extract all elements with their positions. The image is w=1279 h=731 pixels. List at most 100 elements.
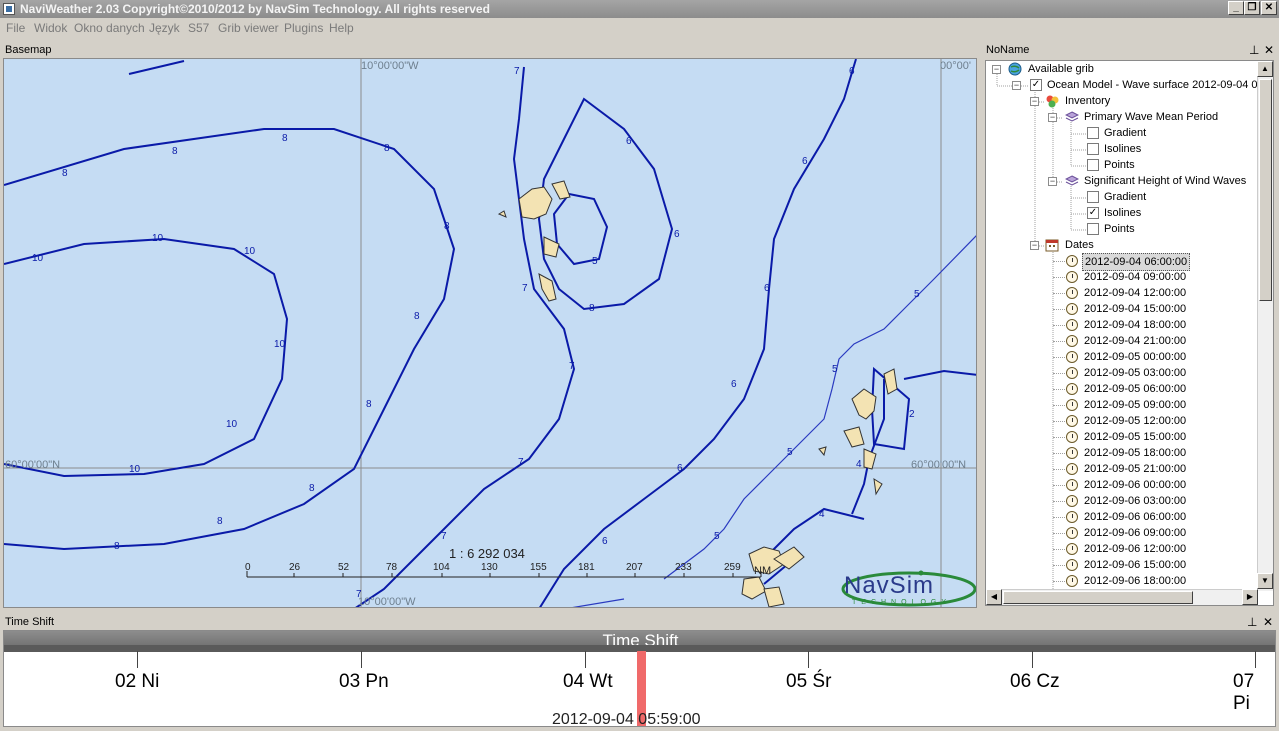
date-item[interactable]: 2012-09-04 18:00:00	[1082, 317, 1188, 333]
restore-button[interactable]: ❐	[1244, 1, 1260, 15]
scroll-up-button[interactable]: ▲	[1257, 61, 1273, 77]
expand-toggle[interactable]: −	[1012, 81, 1021, 90]
tree-connector	[1053, 453, 1065, 454]
tree-node-points[interactable]: Points	[1102, 157, 1137, 173]
menu-okno-danych[interactable]: Okno danych	[74, 21, 145, 35]
scroll-left-button[interactable]: ◀	[986, 589, 1002, 605]
date-item[interactable]: 2012-09-05 00:00:00	[1082, 349, 1188, 365]
tree-connector	[1053, 533, 1065, 534]
clock-icon	[1066, 415, 1078, 427]
horizontal-scroll-thumb[interactable]	[1003, 591, 1193, 604]
svg-text:6: 6	[602, 536, 608, 547]
map-view[interactable]: 7 6 8 8 8 8 6 10 10 10 10 8 6 5 6 6 7 8 …	[3, 58, 977, 608]
map-scale-ratio: 1 : 6 292 034	[449, 546, 525, 561]
date-item-label: 2012-09-04 09:00:00	[1084, 271, 1187, 283]
tree-node-inventory[interactable]: Inventory	[1063, 93, 1112, 109]
svg-text:2: 2	[909, 409, 915, 420]
tree-node-isolines[interactable]: Isolines	[1102, 141, 1143, 157]
date-item-label: 2012-09-05 09:00:00	[1084, 399, 1187, 411]
navsim-logo-sub: TECHNOLOGY	[852, 599, 952, 606]
date-item[interactable]: 2012-09-06 06:00:00	[1082, 509, 1188, 525]
date-item[interactable]: 2012-09-05 09:00:00	[1082, 397, 1188, 413]
date-item[interactable]: 2012-09-06 09:00:00	[1082, 525, 1188, 541]
menu-jezyk[interactable]: Język	[149, 21, 180, 35]
menu-help[interactable]: Help	[329, 21, 354, 35]
navsim-logo: NavSim	[844, 572, 935, 599]
day-tick	[585, 651, 586, 668]
clock-icon	[1066, 463, 1078, 475]
date-item-label: 2012-09-06 06:00:00	[1084, 511, 1187, 523]
date-item-label: 2012-09-06 03:00:00	[1084, 495, 1187, 507]
gradient-checkbox[interactable]	[1087, 191, 1099, 203]
day-tick	[137, 651, 138, 668]
scale-tick-label: 259	[724, 562, 741, 573]
tree-node-points[interactable]: Points	[1102, 221, 1137, 237]
tree-node-dates[interactable]: Dates	[1063, 237, 1096, 253]
date-item[interactable]: 2012-09-04 12:00:00	[1082, 285, 1188, 301]
tree-node-significant-height-wind-waves[interactable]: Significant Height of Wind Waves	[1082, 173, 1248, 189]
date-item[interactable]: 2012-09-04 15:00:00	[1082, 301, 1188, 317]
scroll-down-button[interactable]: ▼	[1257, 573, 1273, 589]
vertical-scroll-thumb[interactable]	[1259, 79, 1272, 301]
pin-icon[interactable]: ⊥	[1247, 613, 1257, 631]
menu-plugins[interactable]: Plugins	[284, 21, 323, 35]
svg-text:10: 10	[152, 233, 164, 244]
menu-grib-viewer[interactable]: Grib viewer	[218, 21, 279, 35]
timeline[interactable]: Time Shift 02 Ni 03 Pn 04 Wt 05 Śr 06 Cz 07 P…	[3, 630, 1276, 727]
date-item[interactable]: 2012-09-06 18:00:00	[1082, 573, 1188, 589]
map-canvas: 7 6 8 8 8 8 6 10 10 10 10 8 6 5 6 6 7 8 …	[4, 59, 976, 607]
scale-tick-label: 104	[433, 562, 450, 573]
clock-icon	[1066, 399, 1078, 411]
date-item[interactable]: 2012-09-06 12:00:00	[1082, 541, 1188, 557]
tree-node-gradient[interactable]: Gradient	[1102, 189, 1148, 205]
date-item[interactable]: 2012-09-04 09:00:00	[1082, 269, 1188, 285]
menu-s57[interactable]: S57	[188, 21, 209, 35]
tree-node-gradient[interactable]: Gradient	[1102, 125, 1148, 141]
tree-node-ocean-model[interactable]: Ocean Model - Wave surface 2012-09-04 0	[1045, 77, 1260, 93]
points-checkbox[interactable]	[1087, 159, 1099, 171]
close-panel-icon[interactable]: ✕	[1263, 613, 1273, 631]
date-item[interactable]: 2012-09-05 03:00:00	[1082, 365, 1188, 381]
expand-toggle[interactable]: −	[1030, 97, 1039, 106]
tree-node-isolines[interactable]: Isolines	[1102, 205, 1143, 221]
date-item[interactable]: 2012-09-05 15:00:00	[1082, 429, 1188, 445]
close-window-button[interactable]: ✕	[1261, 1, 1277, 15]
date-item[interactable]: 2012-09-05 18:00:00	[1082, 445, 1188, 461]
tree-node-primary-wave-mean-period[interactable]: Primary Wave Mean Period	[1082, 109, 1220, 125]
menu-file[interactable]: File	[6, 21, 25, 35]
date-item[interactable]: 2012-09-06 03:00:00	[1082, 493, 1188, 509]
vertical-scrollbar[interactable]: ▲ ▼	[1257, 61, 1273, 591]
scale-tick-label: 52	[338, 562, 350, 573]
model-checkbox[interactable]: ✓	[1030, 79, 1042, 91]
date-item[interactable]: 2012-09-04 21:00:00	[1082, 333, 1188, 349]
tree-connector	[1053, 373, 1065, 374]
date-item[interactable]: 2012-09-06 15:00:00	[1082, 557, 1188, 573]
date-item[interactable]: 2012-09-05 06:00:00	[1082, 381, 1188, 397]
isolines-checkbox[interactable]	[1087, 143, 1099, 155]
date-item[interactable]: 2012-09-05 12:00:00	[1082, 413, 1188, 429]
scroll-right-button[interactable]: ▶	[1242, 589, 1258, 605]
gradient-checkbox[interactable]	[1087, 127, 1099, 139]
expand-toggle[interactable]: −	[1048, 177, 1057, 186]
basemap-title: Basemap	[5, 44, 52, 56]
expand-toggle[interactable]: −	[1048, 113, 1057, 122]
date-item[interactable]: 2012-09-04 06:00:00	[1082, 253, 1191, 271]
tree-node-available-grib[interactable]: Available grib	[1026, 61, 1096, 77]
minimize-button[interactable]: _	[1228, 1, 1244, 15]
expand-toggle[interactable]: −	[1030, 241, 1039, 250]
date-item[interactable]: 2012-09-05 21:00:00	[1082, 461, 1188, 477]
isolines-checkbox[interactable]: ✓	[1087, 207, 1099, 219]
svg-text:6: 6	[849, 66, 855, 77]
points-checkbox[interactable]	[1087, 223, 1099, 235]
menu-widok[interactable]: Widok	[34, 21, 67, 35]
clock-icon	[1066, 495, 1078, 507]
clock-icon	[1066, 383, 1078, 395]
grid-label-bottom-left: 10°00'00"W	[358, 596, 416, 608]
close-panel-icon[interactable]: ✕	[1264, 41, 1274, 59]
pin-icon[interactable]: ⊥	[1249, 41, 1259, 59]
date-item[interactable]: 2012-09-06 00:00:00	[1082, 477, 1188, 493]
expand-toggle[interactable]: −	[992, 65, 1001, 74]
tree-connector	[1053, 581, 1065, 582]
horizontal-scrollbar[interactable]: ◀ ▶	[986, 589, 1258, 605]
day-label: 04 Wt	[563, 671, 613, 692]
